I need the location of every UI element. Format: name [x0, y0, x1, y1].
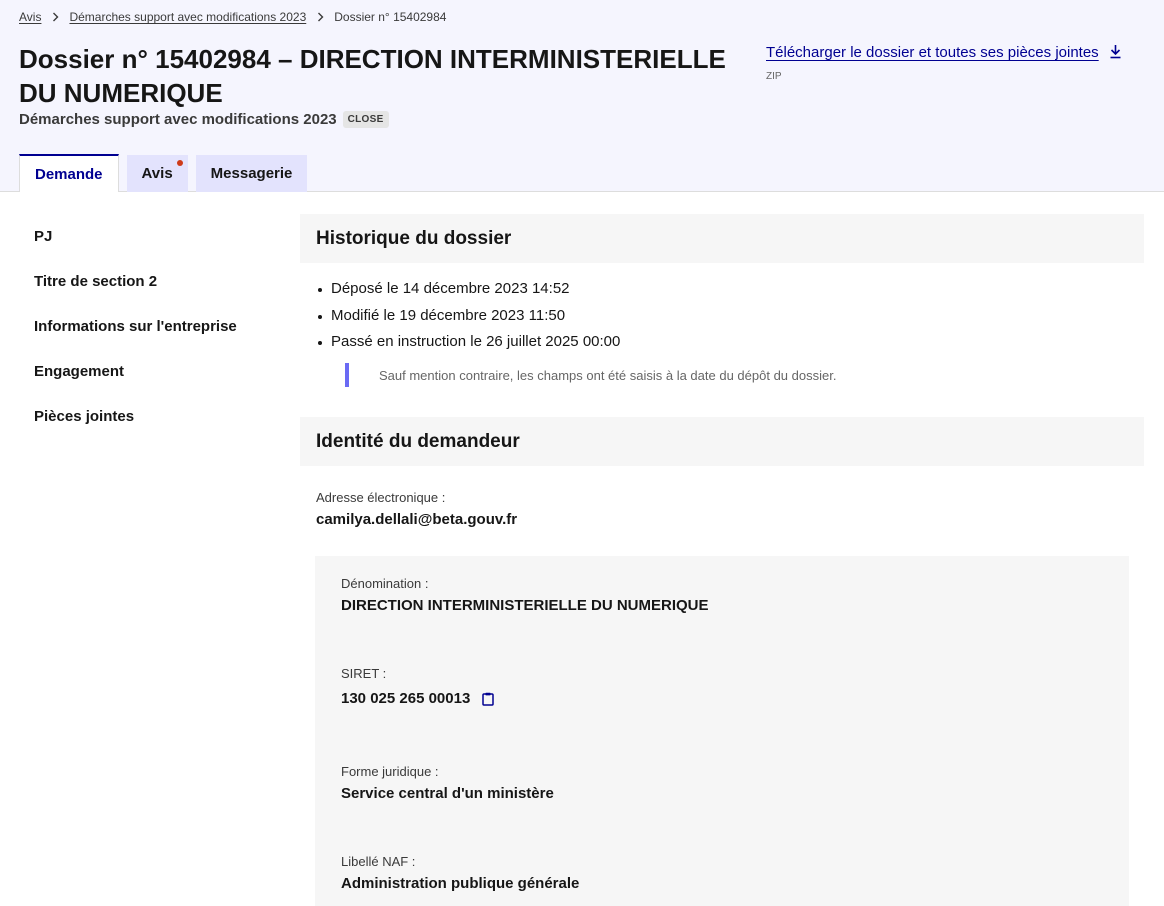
historique-title: Historique du dossier	[316, 228, 512, 249]
forme-juridique-value: Service central d'un ministère	[341, 785, 554, 802]
naf-label: Libellé NAF :	[341, 854, 416, 869]
denomination-label: Dénomination :	[341, 576, 429, 591]
naf-field: Libellé NAF : Administration publique gé…	[341, 854, 579, 892]
historique-event: Passé en instruction le 26 juillet 2025 …	[316, 331, 620, 358]
email-value: camilya.dellali@beta.gouv.fr	[316, 511, 518, 528]
breadcrumb-link-procedure[interactable]: Démarches support avec modifications 202…	[69, 10, 306, 24]
info-callout: Sauf mention contraire, les champs ont é…	[345, 363, 836, 387]
tab-list: Demande Avis Messagerie	[19, 154, 315, 192]
siret-field: SIRET : 130 025 265 00013	[341, 666, 495, 707]
tab-demande[interactable]: Demande	[19, 154, 119, 192]
procedure-name: Démarches support avec modifications 202…	[19, 111, 337, 128]
sidebar-item-titre-section-2[interactable]: Titre de section 2	[34, 273, 237, 318]
historique-section-header: Historique du dossier	[300, 214, 1144, 263]
breadcrumb-link-avis[interactable]: Avis	[19, 10, 41, 24]
notification-dot	[176, 160, 183, 166]
entreprise-card: Dénomination : DIRECTION INTERMINISTERIE…	[315, 556, 1129, 906]
download-dossier-link[interactable]: Télécharger le dossier et toutes ses piè…	[766, 44, 1099, 61]
breadcrumb: Avis Démarches support avec modification…	[19, 10, 446, 24]
historique-event: Déposé le 14 décembre 2023 14:52	[316, 278, 620, 305]
download-format: ZIP	[766, 71, 782, 82]
download-icon[interactable]	[1109, 44, 1122, 63]
tab-avis-label: Avis	[141, 165, 173, 182]
forme-juridique-field: Forme juridique : Service central d'un m…	[341, 764, 554, 802]
status-badge: CLOSE	[342, 111, 389, 128]
naf-value: Administration publique générale	[341, 875, 580, 892]
identite-title: Identité du demandeur	[316, 431, 520, 452]
siret-row: 130 025 265 00013	[341, 690, 495, 707]
sidebar-nav: PJ Titre de section 2 Informations sur l…	[34, 228, 237, 453]
breadcrumb-current: Dossier n° 15402984	[334, 10, 447, 24]
chevron-right-icon	[317, 12, 324, 22]
forme-juridique-label: Forme juridique :	[341, 764, 439, 779]
tab-avis[interactable]: Avis	[126, 155, 188, 192]
siret-value: 130 025 265 00013	[341, 690, 471, 707]
download-dossier: Télécharger le dossier et toutes ses piè…	[766, 44, 1122, 63]
denomination-field: Dénomination : DIRECTION INTERMINISTERIE…	[341, 576, 709, 614]
siret-label: SIRET :	[341, 666, 387, 681]
email-field: Adresse électronique : camilya.dellali@b…	[316, 490, 517, 528]
sidebar-item-pj[interactable]: PJ	[34, 228, 237, 273]
sidebar-item-informations-entreprise[interactable]: Informations sur l'entreprise	[34, 318, 237, 363]
sidebar-item-engagement[interactable]: Engagement	[34, 363, 237, 408]
clipboard-icon[interactable]	[482, 692, 495, 706]
sidebar-item-pieces-jointes[interactable]: Pièces jointes	[34, 408, 237, 453]
historique-list: Déposé le 14 décembre 2023 14:52 Modifié…	[316, 278, 620, 358]
denomination-value: DIRECTION INTERMINISTERIELLE DU NUMERIQU…	[341, 597, 709, 614]
tab-messagerie[interactable]: Messagerie	[195, 155, 308, 192]
procedure-subtitle: Démarches support avec modifications 202…	[19, 111, 389, 128]
identite-section-header: Identité du demandeur	[300, 417, 1144, 466]
email-label: Adresse électronique :	[316, 490, 446, 505]
page-title: Dossier n° 15402984 – DIRECTION INTERMIN…	[19, 44, 726, 108]
historique-event: Modifié le 19 décembre 2023 11:50	[316, 305, 620, 332]
chevron-right-icon	[52, 12, 59, 22]
